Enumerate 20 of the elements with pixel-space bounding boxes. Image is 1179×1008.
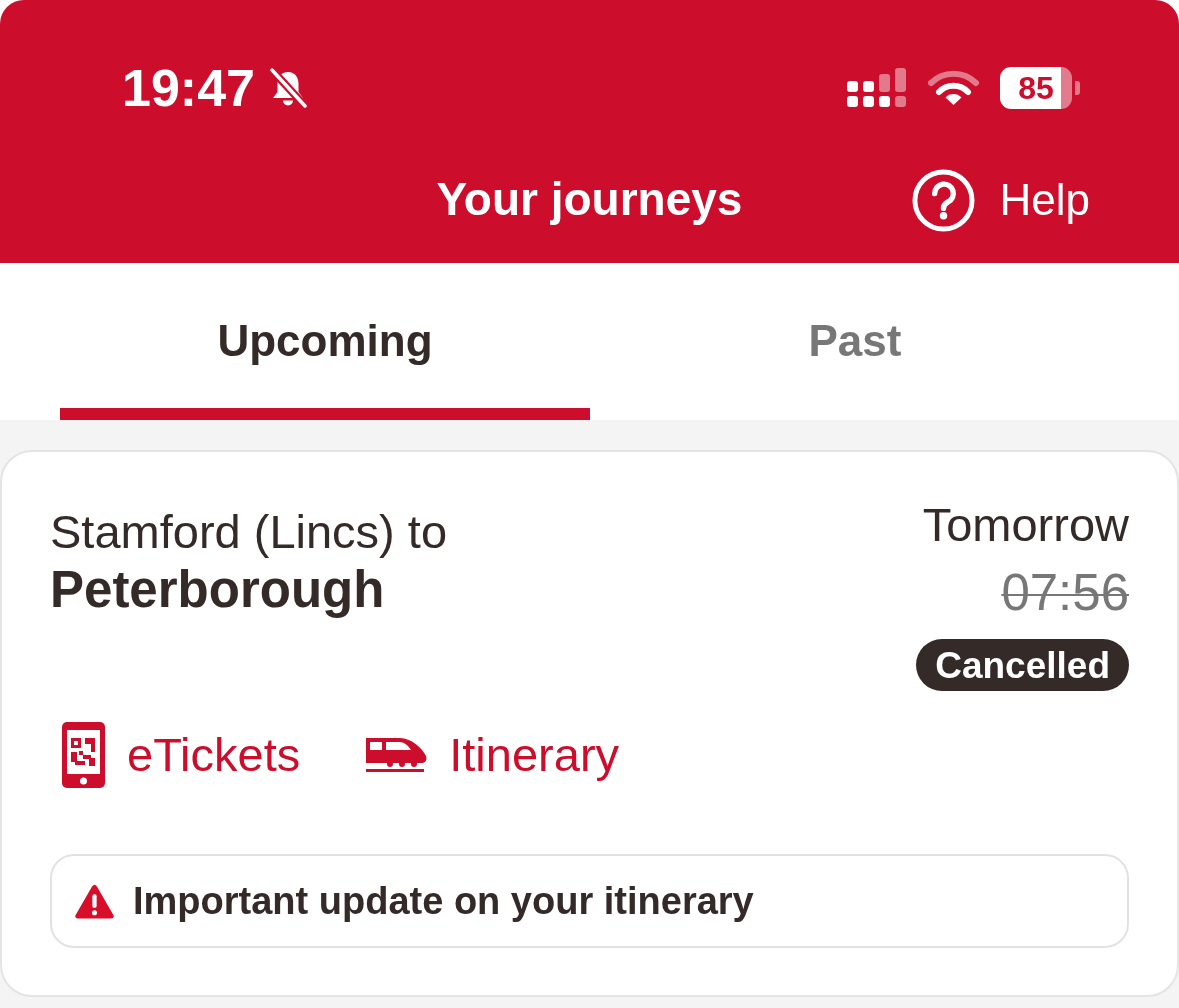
tab[interactable]: Past (590, 263, 1120, 420)
departure-day: Tomorrow (922, 500, 1129, 550)
etickets-link[interactable]: eTickets (62, 722, 301, 788)
journey-card[interactable]: Stamford (Lincs) to Peterborough Tomorrow 07:56 Cancelled eTickets Itinerary Important update on your itinerary (0, 450, 1179, 997)
cellular-signal-icon (847, 68, 907, 108)
departure-time: 07:56 (1001, 568, 1129, 618)
route-origin: Stamford (Lincs) to (50, 504, 448, 560)
warning-icon (75, 883, 114, 919)
wifi-icon (927, 70, 980, 106)
train-icon (366, 736, 428, 774)
help-button[interactable]: Help (911, 168, 1090, 232)
status-badge: Cancelled (916, 639, 1129, 691)
status-time: 19:47 (122, 62, 255, 114)
help-icon (911, 168, 975, 232)
alert-banner[interactable]: Important update on your itinerary (50, 854, 1129, 948)
battery-indicator: 85 (1000, 67, 1080, 109)
route-destination: Peterborough (50, 560, 386, 620)
itinerary-link[interactable]: Itinerary (366, 726, 620, 784)
phone-qr-icon (62, 722, 105, 788)
page-title: Your journeys (436, 172, 743, 228)
